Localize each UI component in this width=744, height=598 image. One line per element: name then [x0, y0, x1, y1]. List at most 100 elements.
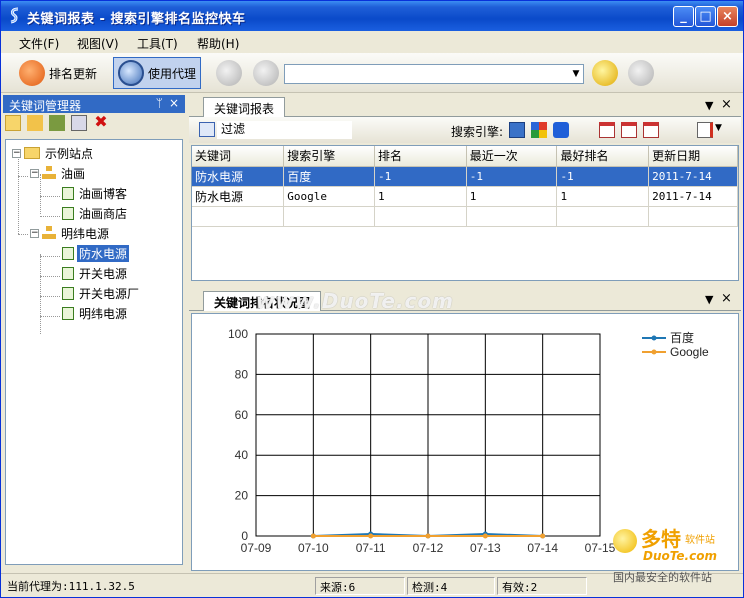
cell: 防水电源	[192, 186, 285, 207]
tree-label: 防水电源	[77, 244, 130, 262]
tab-menu-icon[interactable]: ▼	[705, 99, 713, 112]
cell: 百度	[283, 166, 376, 187]
series-point-1	[482, 533, 488, 539]
menu-help[interactable]: 帮助(H)	[197, 35, 239, 52]
menu-view[interactable]: 视图(V)	[77, 35, 119, 52]
brand-suffix: 软件站	[685, 535, 715, 546]
tab-close-icon[interactable]: ×	[721, 291, 732, 306]
minimize-button[interactable]: _	[673, 6, 694, 27]
baidu-paw-icon[interactable]	[553, 122, 569, 138]
collapse-icon[interactable]: −	[30, 228, 39, 238]
cell: -1	[374, 166, 467, 187]
chevron-down-icon[interactable]: ▼	[569, 65, 583, 83]
series-point-1	[368, 533, 374, 539]
export-icon[interactable]	[697, 122, 713, 138]
col-best-rank[interactable]: 最好排名	[556, 146, 650, 167]
main-toolbar: 排名更新 使用代理 ▼	[1, 53, 743, 93]
tree-node-keyword[interactable]: 开关电源	[62, 264, 129, 282]
title-bar[interactable]: 关键词报表 - 搜索引擎排名监控快车 _ □ ×	[1, 1, 743, 31]
status-source: 来源:6	[315, 577, 405, 595]
maximize-button[interactable]: □	[695, 6, 716, 27]
keyword-page-icon	[62, 266, 74, 280]
keyword-manager-pane: 关键词管理器 ᛘ × ✖ − 示例站点 − 油画 油画博客 油画商店 − 明纬电…	[1, 93, 187, 573]
pane-close-icon[interactable]: ×	[169, 96, 179, 110]
stop-icon[interactable]	[628, 60, 654, 86]
legend-label: 百度	[670, 330, 694, 345]
x-tick-label: 07-13	[470, 541, 501, 555]
col-keyword[interactable]: 关键词	[192, 146, 285, 167]
status-proxy: 当前代理为:111.1.32.5	[7, 580, 135, 593]
site-tree[interactable]: − 示例站点 − 油画 油画博客 油画商店 − 明纬电源 防水电源 开关电源 开…	[5, 139, 183, 565]
legend-swatch-point	[651, 335, 657, 341]
tree-node-keyword[interactable]: 油画商店	[62, 204, 129, 222]
address-combobox[interactable]: ▼	[284, 64, 584, 84]
magnifier-globe-icon	[118, 60, 144, 86]
watermark-text: www.DuoTe.com	[256, 289, 454, 313]
back-arrow-icon[interactable]	[216, 60, 242, 86]
group-icon	[42, 166, 56, 180]
tree-label: 油画	[61, 166, 86, 181]
tree-node-group[interactable]: − 油画	[30, 164, 87, 182]
tab-menu-icon[interactable]: ▼	[705, 293, 713, 306]
window-title: 关键词报表 - 搜索引擎排名监控快车	[27, 12, 246, 27]
tree-node-keyword[interactable]: 明纬电源	[62, 304, 129, 322]
col-last[interactable]: 最近一次	[466, 146, 558, 167]
series-point-1	[425, 533, 431, 539]
menu-file[interactable]: 文件(F)	[19, 35, 59, 52]
tree-label: 开关电源厂	[79, 286, 140, 301]
forward-arrow-icon[interactable]	[253, 60, 279, 86]
tab-close-icon[interactable]: ×	[721, 97, 732, 112]
pane-header: 关键词管理器 ᛘ ×	[3, 95, 185, 113]
refresh-orange-icon	[19, 60, 45, 86]
tree-node-keyword-selected[interactable]: 防水电源	[62, 244, 130, 262]
group-icon	[42, 226, 56, 240]
tab-keyword-report[interactable]: 关键词报表	[203, 97, 286, 117]
all-engines-icon[interactable]	[509, 122, 525, 138]
use-proxy-button[interactable]: 使用代理	[113, 57, 202, 89]
tree-node-site[interactable]: − 示例站点	[12, 144, 95, 162]
sync-icon[interactable]	[592, 60, 618, 86]
calendar-31-icon[interactable]	[621, 122, 637, 138]
collapse-icon[interactable]: −	[30, 168, 39, 178]
series-point-1	[540, 533, 546, 539]
col-rank[interactable]: 排名	[374, 146, 467, 167]
table-row[interactable]: 防水电源 Google 1 1 1 2011-7-14	[192, 186, 738, 207]
legend-swatch-point	[651, 349, 657, 355]
delete-icon[interactable]: ✖	[93, 114, 109, 131]
keyword-page-icon	[62, 246, 74, 260]
calendar-all-icon[interactable]	[643, 122, 659, 138]
cell: 1	[374, 186, 467, 207]
table-header-row: 关键词 搜索引擎 排名 最近一次 最好排名 更新日期	[192, 146, 738, 167]
tree-label: 开关电源	[79, 266, 128, 281]
cell: 1	[556, 186, 650, 207]
filter-icon[interactable]	[199, 122, 215, 137]
x-tick-label: 07-15	[585, 541, 616, 555]
report-toolbar: 过滤 搜索引擎: ▼	[189, 117, 741, 143]
collapse-icon[interactable]: −	[12, 148, 21, 158]
open-folder-icon[interactable]	[5, 115, 21, 131]
col-update-date[interactable]: 更新日期	[648, 146, 738, 167]
calendar-7-icon[interactable]	[599, 122, 615, 138]
y-tick-label: 100	[228, 327, 248, 341]
brand-name: 多特	[641, 527, 681, 551]
add-keyword-icon[interactable]	[49, 115, 65, 131]
google-icon[interactable]	[531, 122, 547, 138]
menu-bar: 文件(F) 视图(V) 工具(T) 帮助(H)	[1, 31, 743, 53]
y-tick-label: 80	[235, 367, 249, 381]
add-group-icon[interactable]	[27, 115, 43, 131]
tree-node-keyword[interactable]: 油画博客	[62, 184, 129, 202]
tree-label: 油画商店	[79, 206, 128, 221]
menu-tools[interactable]: 工具(T)	[137, 35, 178, 52]
edit-icon[interactable]	[71, 115, 87, 131]
pin-icon[interactable]: ᛘ	[156, 96, 163, 110]
filter-button[interactable]: 过滤	[217, 121, 352, 139]
rank-update-button[interactable]: 排名更新	[15, 57, 101, 89]
close-button[interactable]: ×	[717, 6, 738, 27]
col-engine[interactable]: 搜索引擎	[283, 146, 376, 167]
keyword-report-table[interactable]: 关键词 搜索引擎 排名 最近一次 最好排名 更新日期 防水电源 百度 -1 -1	[191, 145, 739, 281]
tree-node-group[interactable]: − 明纬电源	[30, 224, 111, 242]
cell: 防水电源	[192, 166, 285, 187]
tree-node-keyword[interactable]: 开关电源厂	[62, 284, 141, 302]
export-dropdown-icon[interactable]: ▼	[715, 123, 722, 133]
table-row[interactable]: 防水电源 百度 -1 -1 -1 2011-7-14	[192, 166, 738, 187]
